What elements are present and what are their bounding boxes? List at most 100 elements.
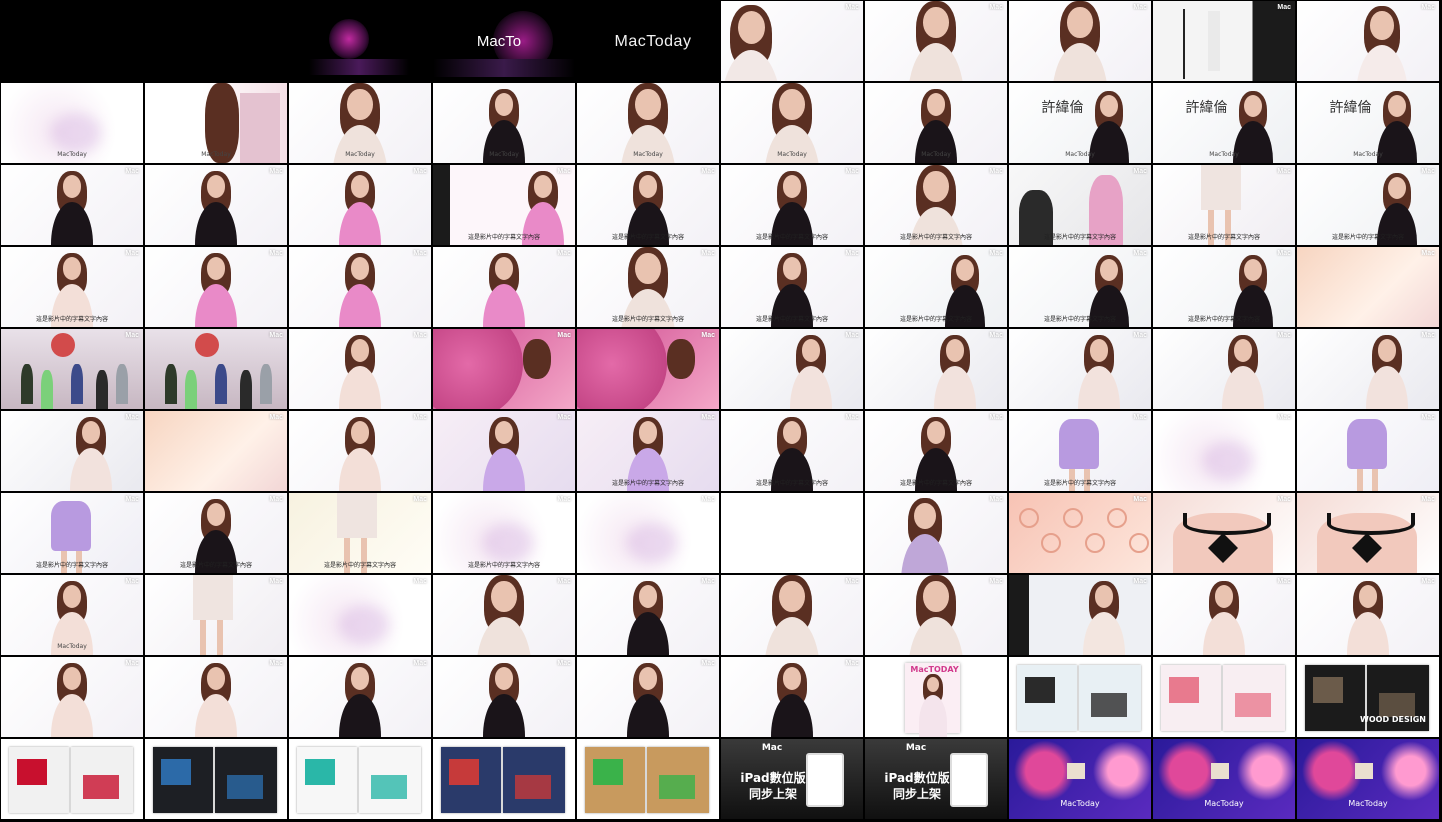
video-frame-24[interactable]: Mac 這是影片中的字幕文字內容 (433, 165, 575, 245)
video-frame-45[interactable]: Mac (577, 329, 719, 409)
video-frame-70[interactable]: Mac (1297, 493, 1439, 573)
video-frame-19[interactable]: 許緯倫 MacToday (1153, 83, 1295, 163)
video-frame-100[interactable]: MacToday (1297, 739, 1439, 819)
video-frame-36[interactable]: Mac 這是影片中的字幕文字內容 (721, 247, 863, 327)
video-frame-20[interactable]: 許緯倫 MacToday (1297, 83, 1439, 163)
video-frame-17[interactable]: MacToday (865, 83, 1007, 163)
video-frame-51[interactable]: Mac (1, 411, 143, 491)
video-frame-52[interactable]: Mac (145, 411, 287, 491)
video-frame-9[interactable]: Mac (1153, 1, 1295, 81)
video-frame-98[interactable]: MacToday (1009, 739, 1151, 819)
video-frame-61[interactable]: Mac 這是影片中的字幕文字內容 (1, 493, 143, 573)
video-frame-64[interactable]: Mac 這是影片中的字幕文字內容 (433, 493, 575, 573)
video-frame-71[interactable]: Mac MacToday (1, 575, 143, 655)
video-frame-88[interactable] (1009, 657, 1151, 737)
video-frame-62[interactable]: Mac 這是影片中的字幕文字內容 (145, 493, 287, 573)
video-frame-59[interactable]: Mac (1153, 411, 1295, 491)
video-frame-8[interactable]: Mac (1009, 1, 1151, 81)
video-frame-46[interactable]: Mac (721, 329, 863, 409)
video-frame-5[interactable]: MacToday (577, 1, 719, 81)
video-frame-39[interactable]: Mac 這是影片中的字幕文字內容 (1153, 247, 1295, 327)
video-frame-13[interactable]: MacToday (289, 83, 431, 163)
video-frame-34[interactable]: Mac (433, 247, 575, 327)
video-frame-33[interactable]: Mac (289, 247, 431, 327)
video-frame-65[interactable]: Mac (577, 493, 719, 573)
video-frame-4[interactable]: MacTo (433, 1, 575, 81)
video-frame-49[interactable]: Mac (1153, 329, 1295, 409)
video-frame-21[interactable]: Mac (1, 165, 143, 245)
video-frame-69[interactable]: Mac (1153, 493, 1295, 573)
video-frame-31[interactable]: Mac 這是影片中的字幕文字內容 (1, 247, 143, 327)
video-frame-81[interactable]: Mac (1, 657, 143, 737)
video-frame-66[interactable] (721, 493, 863, 573)
video-frame-58[interactable]: Mac 這是影片中的字幕文字內容 (1009, 411, 1151, 491)
video-frame-42[interactable]: Mac (145, 329, 287, 409)
video-frame-77[interactable]: Mac (865, 575, 1007, 655)
video-frame-14[interactable]: MacToday (433, 83, 575, 163)
video-frame-87[interactable]: MacTODAY (865, 657, 1007, 737)
video-frame-91[interactable] (1, 739, 143, 819)
video-frame-75[interactable]: Mac (577, 575, 719, 655)
video-frame-22[interactable]: Mac (145, 165, 287, 245)
video-frame-82[interactable]: Mac (145, 657, 287, 737)
video-frame-25[interactable]: Mac 這是影片中的字幕文字內容 (577, 165, 719, 245)
video-frame-97[interactable]: Mac iPad數位版 同步上架 (865, 739, 1007, 819)
video-frame-10[interactable]: Mac (1297, 1, 1439, 81)
video-frame-41[interactable]: Mac (1, 329, 143, 409)
video-frame-12[interactable]: MacToday (145, 83, 287, 163)
video-frame-43[interactable]: Mac (289, 329, 431, 409)
video-frame-73[interactable]: Mac (289, 575, 431, 655)
video-frame-72[interactable]: Mac (145, 575, 287, 655)
video-frame-11[interactable]: MacToday (1, 83, 143, 163)
video-frame-76[interactable]: Mac (721, 575, 863, 655)
video-frame-85[interactable]: Mac (577, 657, 719, 737)
video-frame-56[interactable]: Mac 這是影片中的字幕文字內容 (721, 411, 863, 491)
video-frame-94[interactable] (433, 739, 575, 819)
video-frame-16[interactable]: MacToday (721, 83, 863, 163)
video-frame-1[interactable] (1, 1, 143, 81)
video-frame-95[interactable] (577, 739, 719, 819)
video-frame-86[interactable]: Mac (721, 657, 863, 737)
video-frame-6[interactable]: Mac (721, 1, 863, 81)
video-frame-78[interactable]: Mac (1009, 575, 1151, 655)
video-frame-68[interactable]: Mac (1009, 493, 1151, 573)
video-frame-38[interactable]: Mac 這是影片中的字幕文字內容 (1009, 247, 1151, 327)
video-frame-96[interactable]: Mac iPad數位版 同步上架 (721, 739, 863, 819)
video-frame-27[interactable]: Mac 這是影片中的字幕文字內容 (865, 165, 1007, 245)
video-frame-54[interactable]: Mac (433, 411, 575, 491)
video-frame-63[interactable]: Mac 這是影片中的字幕文字內容 (289, 493, 431, 573)
video-frame-23[interactable]: Mac (289, 165, 431, 245)
video-frame-67[interactable]: Mac (865, 493, 1007, 573)
video-frame-60[interactable]: Mac (1297, 411, 1439, 491)
video-frame-80[interactable]: Mac (1297, 575, 1439, 655)
video-frame-99[interactable]: MacToday (1153, 739, 1295, 819)
video-frame-92[interactable] (145, 739, 287, 819)
video-frame-28[interactable]: Mac 這是影片中的字幕文字內容 (1009, 165, 1151, 245)
video-frame-79[interactable]: Mac (1153, 575, 1295, 655)
video-frame-30[interactable]: Mac 這是影片中的字幕文字內容 (1297, 165, 1439, 245)
video-frame-55[interactable]: Mac 這是影片中的字幕文字內容 (577, 411, 719, 491)
video-frame-57[interactable]: Mac 這是影片中的字幕文字內容 (865, 411, 1007, 491)
video-frame-32[interactable]: Mac (145, 247, 287, 327)
video-frame-48[interactable]: Mac (1009, 329, 1151, 409)
video-frame-47[interactable]: Mac (865, 329, 1007, 409)
video-frame-93[interactable] (289, 739, 431, 819)
video-frame-74[interactable]: Mac (433, 575, 575, 655)
video-frame-35[interactable]: Mac 這是影片中的字幕文字內容 (577, 247, 719, 327)
video-frame-18[interactable]: 許緯倫 MacToday (1009, 83, 1151, 163)
video-frame-84[interactable]: Mac (433, 657, 575, 737)
video-frame-50[interactable]: Mac (1297, 329, 1439, 409)
video-frame-26[interactable]: Mac 這是影片中的字幕文字內容 (721, 165, 863, 245)
video-frame-89[interactable] (1153, 657, 1295, 737)
video-frame-3[interactable] (289, 1, 431, 81)
video-frame-83[interactable]: Mac (289, 657, 431, 737)
video-frame-53[interactable]: Mac (289, 411, 431, 491)
video-frame-2[interactable] (145, 1, 287, 81)
video-frame-37[interactable]: Mac 這是影片中的字幕文字內容 (865, 247, 1007, 327)
video-frame-15[interactable]: MacToday (577, 83, 719, 163)
video-frame-44[interactable]: Mac (433, 329, 575, 409)
video-frame-29[interactable]: Mac 這是影片中的字幕文字內容 (1153, 165, 1295, 245)
video-frame-7[interactable]: Mac (865, 1, 1007, 81)
video-frame-40[interactable]: Mac (1297, 247, 1439, 327)
video-frame-90[interactable]: WOOD DESIGN (1297, 657, 1439, 737)
